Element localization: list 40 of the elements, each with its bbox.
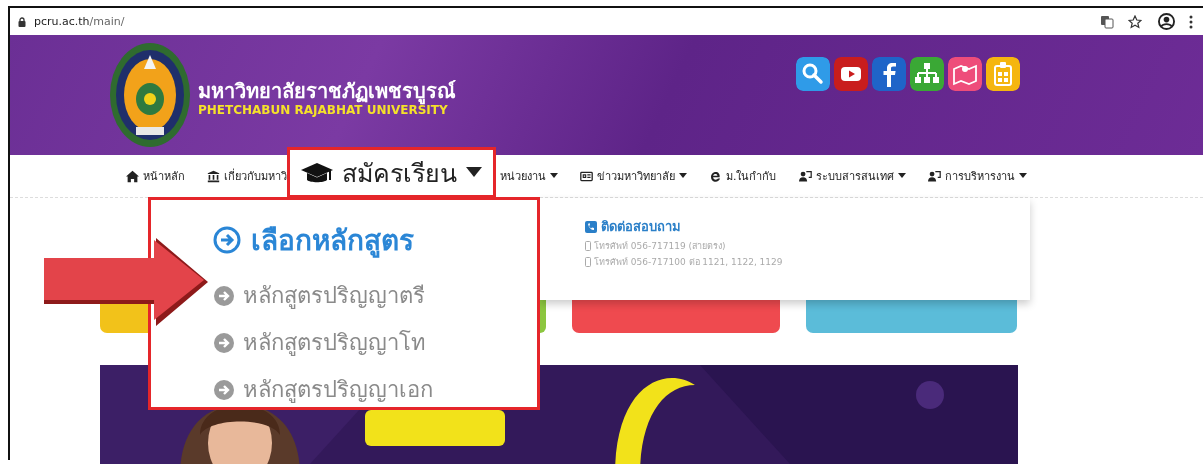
users-icon [798,169,812,183]
contact-heading: ติดต่อสอบถาม [601,218,681,236]
dropdown-heading: เลือกหลักสูตร [251,223,414,260]
nav-menu-item[interactable]: หน่วยงาน [500,167,558,185]
university-name-thai: มหาวิทยาลัยราชภัฏเพชรบูรณ์ [198,79,456,103]
university-name-english: PHETCHABUN RAJABHAT UNIVERSITY [198,103,448,117]
address-bar-url[interactable]: pcru.ac.th/main/ [34,15,125,28]
more-menu-icon[interactable] [1189,14,1193,29]
arrow-circle-icon [213,284,235,307]
nav-menu-item[interactable]: หน้าหลัก [126,167,185,185]
star-icon[interactable] [1128,14,1142,29]
newspaper-icon [580,169,593,183]
menu-tile[interactable] [806,300,1017,333]
map-pin-icon[interactable] [948,57,982,91]
e-logo-icon [709,169,722,183]
phone-number-text: โทรศัพท์ 056-717119 (สายตรง) [594,240,726,253]
phone-number-text: โทรศัพท์ 056-717100 ต่อ 1121, 1122, 1129 [594,256,783,269]
users-icon [927,169,941,183]
lock-icon [18,16,26,27]
play-icon[interactable] [834,57,868,91]
columns-icon [207,169,220,183]
nav-menu-item[interactable]: ม.ในกำกับ [709,167,777,185]
search-icon[interactable] [796,57,830,91]
nav-menu-item[interactable]: การบริหารงาน [927,167,1027,185]
nav-menu-item[interactable]: ข่าวมหาวิทยาลัย [580,167,687,185]
nav-menu-item[interactable]: ระบบสารสนเทศ [798,167,906,185]
arrow-circle-icon [213,226,241,254]
menu-tile[interactable] [540,300,546,333]
phone-icon [585,220,597,233]
f-letter-icon[interactable] [872,57,906,91]
sitemap-icon[interactable] [910,57,944,91]
home-icon [126,169,139,183]
arrow-circle-icon [213,331,235,354]
highlighted-menu-item[interactable]: สมัครเรียน [287,147,496,198]
arrow-circle-icon [213,378,235,401]
clipboard-icon[interactable] [986,57,1020,91]
account-icon[interactable] [1158,13,1175,30]
university-seal-icon [108,41,192,149]
nav-menu-item[interactable]: เกี่ยวกับมหาวิ [207,167,287,185]
menu-tile[interactable] [572,300,780,333]
